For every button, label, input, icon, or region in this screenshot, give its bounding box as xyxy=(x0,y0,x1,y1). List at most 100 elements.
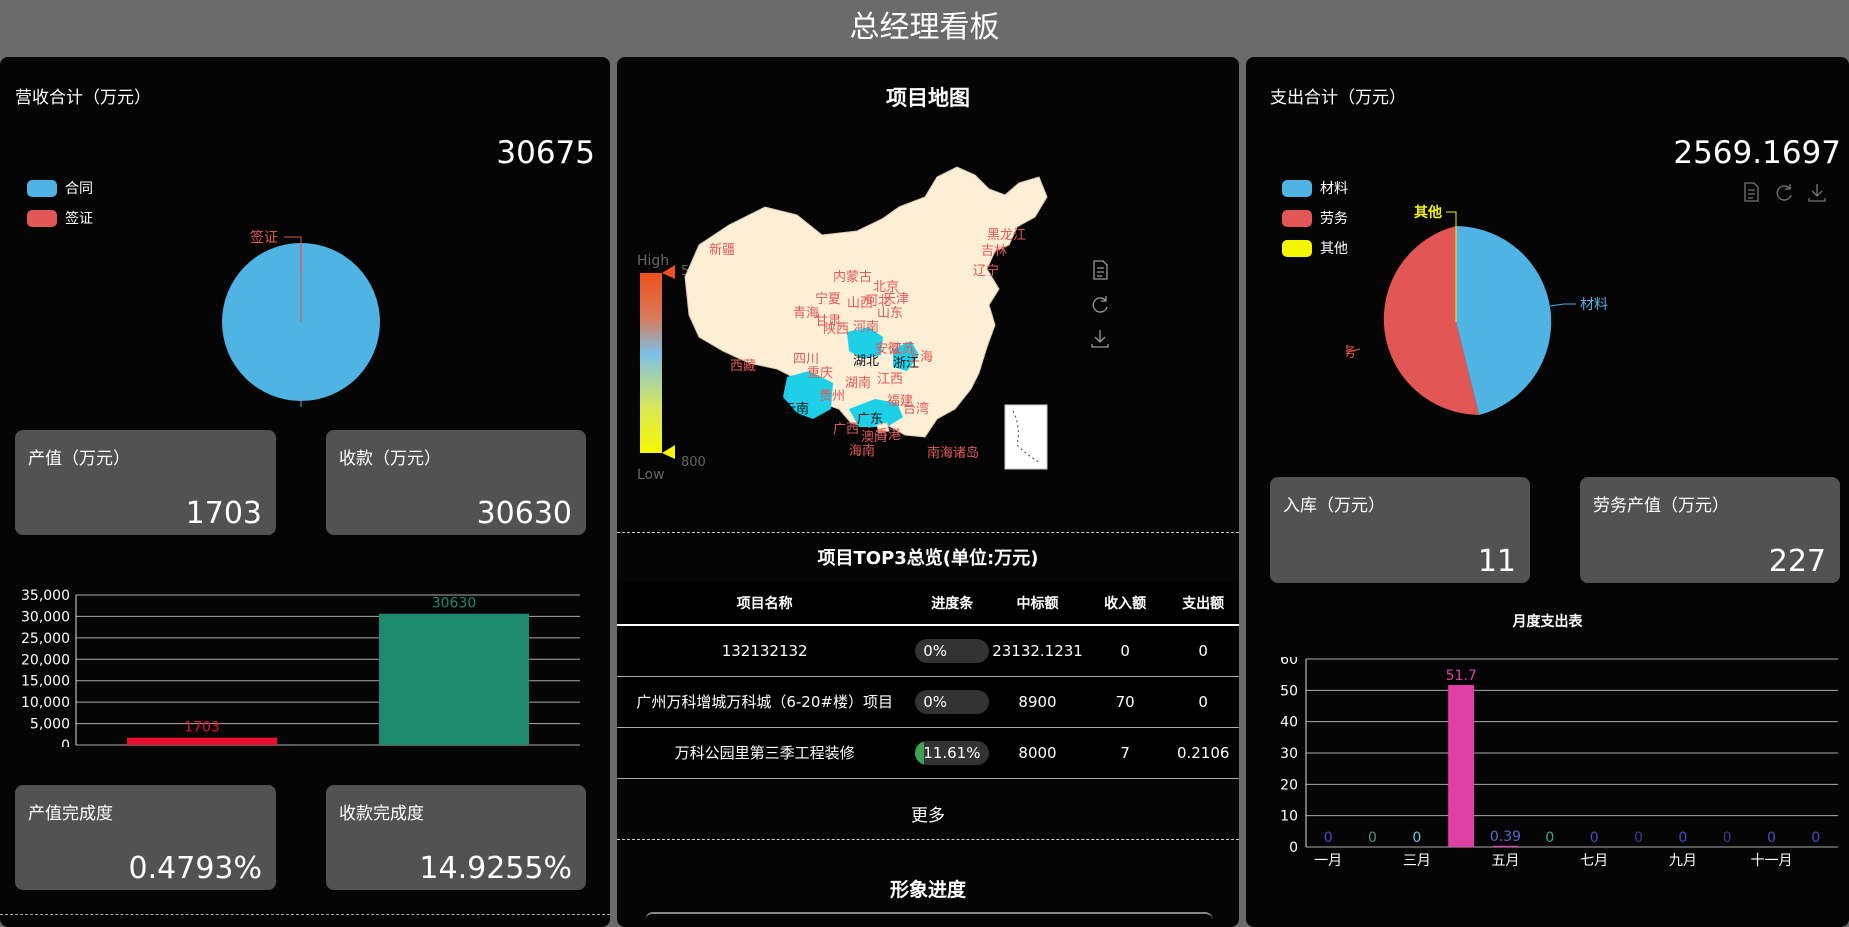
bar[interactable] xyxy=(1448,685,1475,847)
pie-callout-line xyxy=(1549,303,1576,307)
province-label: 南海诸岛 xyxy=(927,445,979,461)
collection-card-label: 收款（万元） xyxy=(339,449,441,469)
stock-in-card[interactable]: 入库（万元） 11 xyxy=(1270,477,1530,583)
y-tick-label: 10 xyxy=(1280,809,1298,825)
legend-label: 合同 xyxy=(65,181,93,197)
legend-swatch xyxy=(1282,239,1312,257)
south-china-sea-inset[interactable] xyxy=(1004,404,1048,470)
expense-pie: 材料 劳务 其他 xyxy=(1346,204,1608,415)
project-name[interactable]: 广州万科增城万科城（6-20#楼）项目 xyxy=(617,676,913,728)
data-view-icon[interactable] xyxy=(1740,181,1762,203)
project-name[interactable]: 132132132 xyxy=(617,625,913,677)
data-label: 0 xyxy=(1634,830,1643,846)
x-tick-label: 十一月 xyxy=(1751,853,1793,869)
table-row[interactable]: 132132132 0% 23132.1231 0 0 xyxy=(617,625,1239,677)
legend-item-visa[interactable]: 签证 xyxy=(27,203,93,233)
progress-bar: 0% xyxy=(915,638,990,663)
progress-bar: 0% xyxy=(915,689,990,714)
y-tick-label: 15,000 xyxy=(21,674,70,690)
table-row[interactable]: 广州万科增城万科城（6-20#楼）项目 0% 8900 70 0 xyxy=(617,676,1239,728)
divider xyxy=(0,914,610,915)
progress-text: 0% xyxy=(923,692,948,711)
y-tick-label: 25,000 xyxy=(21,631,70,647)
income-amount: 70 xyxy=(1082,676,1168,728)
legend-item-material[interactable]: 材料 xyxy=(1282,173,1348,203)
output-rate-label: 产值完成度 xyxy=(28,804,113,824)
more-link[interactable]: 更多 xyxy=(617,801,1239,826)
data-view-icon[interactable] xyxy=(1089,259,1111,281)
province-label: 贵州 xyxy=(819,389,845,404)
image-progress-title: 形象进度 xyxy=(889,879,966,901)
province-label: 湖南 xyxy=(845,375,871,391)
download-icon[interactable] xyxy=(1806,181,1828,203)
province-label: 山西 xyxy=(847,296,873,311)
pie-callout-label: 签证 xyxy=(250,229,278,246)
bid-amount: 8000 xyxy=(992,727,1083,779)
province-label: 浙江 xyxy=(893,356,919,371)
output-rate-card[interactable]: 产值完成度 0.4793% xyxy=(15,785,276,890)
income-amount: 0 xyxy=(1082,625,1168,677)
data-label: 0 xyxy=(1723,830,1732,846)
bar[interactable] xyxy=(127,737,277,745)
visualmap-handle-bottom[interactable] xyxy=(662,445,675,459)
download-icon[interactable] xyxy=(1089,327,1111,349)
collection-card[interactable]: 收款（万元） 30630 xyxy=(326,430,586,535)
legend-swatch xyxy=(1282,179,1312,197)
collection-rate-label: 收款完成度 xyxy=(339,804,424,824)
expense-amount: 0 xyxy=(1167,676,1239,728)
progress-cell: 0% xyxy=(912,625,993,677)
output-card[interactable]: 产值（万元） 1703 xyxy=(15,430,276,535)
province-label: 新疆 xyxy=(709,242,735,258)
collection-card-value: 30630 xyxy=(476,496,572,531)
x-tick-label: 一月 xyxy=(1314,853,1342,869)
province-label: 吉林 xyxy=(981,244,1007,259)
x-tick-label: 九月 xyxy=(1669,853,1697,869)
legend-item-contract[interactable]: 合同 xyxy=(27,173,93,203)
province-label: 宁夏 xyxy=(815,291,841,307)
legend-item-labor[interactable]: 劳务 xyxy=(1282,203,1348,233)
pie-callout-labor: 劳务 xyxy=(1346,345,1356,361)
revenue-legend: 合同 签证 xyxy=(27,173,93,233)
visualmap-low-label: Low xyxy=(637,467,665,483)
bar[interactable] xyxy=(379,613,529,745)
stock-in-value: 11 xyxy=(1477,544,1516,579)
province-label: 海南 xyxy=(849,443,875,459)
legend-item-other[interactable]: 其他 xyxy=(1282,233,1348,263)
table-row[interactable]: 万科公园里第三季工程装修 11.61% 8000 7 0.2106 xyxy=(617,727,1239,779)
revenue-total: 30675 xyxy=(496,135,595,171)
province-label: 重庆 xyxy=(807,365,833,381)
top3-title: 项目TOP3总览(单位:万元) xyxy=(817,548,1039,569)
refresh-icon[interactable] xyxy=(1773,181,1795,203)
legend-swatch xyxy=(27,179,57,197)
progress-text: 0% xyxy=(923,641,948,660)
column-header-bid: 中标额 xyxy=(992,581,1083,626)
legend-label: 材料 xyxy=(1320,181,1348,197)
province-label: 辽宁 xyxy=(973,263,999,279)
project-name[interactable]: 万科公园里第三季工程装修 xyxy=(617,727,913,779)
y-tick-label: 10,000 xyxy=(21,695,70,711)
x-tick-label: 七月 xyxy=(1580,853,1608,869)
progress-text: 11.61% xyxy=(923,743,981,762)
province-label: 江西 xyxy=(877,372,903,387)
labor-output-label: 劳务产值（万元） xyxy=(1593,496,1729,516)
labor-output-card[interactable]: 劳务产值（万元） 227 xyxy=(1580,477,1840,583)
output-collection-bar-chart: 0 5,000 10,000 15,000 20,000 25,000 30,000 35,0… xyxy=(21,588,580,747)
column-header-name: 项目名称 xyxy=(617,581,913,626)
section-divider xyxy=(617,839,1239,840)
x-tick-label: 三月 xyxy=(1403,853,1431,869)
pie-callout-line xyxy=(1446,211,1457,226)
province-label: 西藏 xyxy=(730,359,756,374)
y-tick-label: 35,000 xyxy=(21,588,70,604)
legend-label: 签证 xyxy=(65,211,93,227)
bar[interactable] xyxy=(1492,845,1519,847)
data-label: 0 xyxy=(1678,830,1687,846)
refresh-icon[interactable] xyxy=(1089,293,1111,315)
expense-panel: 支出合计（万元） 2569.1697 材料 劳务 其他 材料 劳务 其他 xyxy=(1246,57,1849,927)
pie-callout-other: 其他 xyxy=(1414,204,1442,221)
expense-total: 2569.1697 xyxy=(1673,135,1841,171)
data-label: 0.39 xyxy=(1490,829,1521,845)
progress-cell: 11.61% xyxy=(912,727,993,779)
expense-title: 支出合计（万元） xyxy=(1270,88,1406,108)
x-tick-label: 五月 xyxy=(1492,853,1520,869)
collection-rate-card[interactable]: 收款完成度 14.9255% xyxy=(326,785,586,890)
